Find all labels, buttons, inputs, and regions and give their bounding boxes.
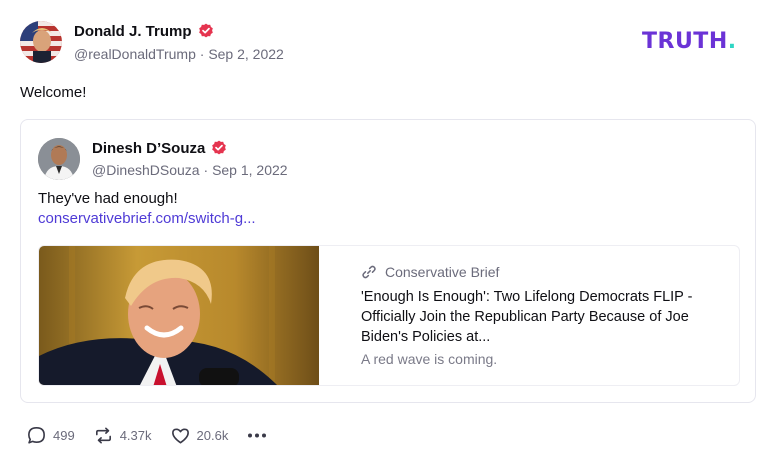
verified-check-icon: [212, 140, 227, 155]
meta-separator: ·: [199, 162, 213, 178]
author-name[interactable]: Donald J. Trump: [74, 23, 214, 40]
link-icon: [362, 265, 376, 279]
more-options-button[interactable]: [246, 425, 268, 446]
quote-text: They've had enough!: [38, 190, 178, 207]
quote-author-name-text[interactable]: Dinesh D’Souza: [92, 140, 205, 157]
like-button[interactable]: 20.6k: [170, 425, 229, 446]
preview-title[interactable]: 'Enough Is Enough': Two Lifelong Democra…: [361, 287, 731, 347]
truth-post: Donald J. Trump @realDonaldTrump · Sep 2…: [0, 0, 777, 465]
reply-icon: [28, 426, 45, 444]
truth-logo-text: TRUTH: [642, 29, 728, 54]
verified-check-icon: [198, 23, 213, 38]
author-avatar[interactable]: [20, 21, 62, 63]
quote-author-avatar[interactable]: [38, 138, 80, 180]
post-text: Welcome!: [20, 84, 87, 101]
heart-icon: [171, 427, 189, 443]
reply-count: 499: [53, 427, 75, 443]
quote-author-name[interactable]: Dinesh D’Souza: [92, 140, 227, 157]
preview-description: A red wave is coming.: [361, 351, 498, 367]
retruth-button[interactable]: 4.37k: [93, 425, 152, 446]
reply-button[interactable]: 499: [26, 425, 75, 446]
author-handle[interactable]: @realDonaldTrump: [74, 46, 196, 62]
preview-source: Conservative Brief: [361, 264, 499, 280]
retruth-icon: [95, 427, 111, 443]
meta-separator: ·: [195, 46, 209, 62]
author-name-text[interactable]: Donald J. Trump: [74, 23, 192, 40]
quote-link[interactable]: conservativebrief.com/switch-g...: [38, 210, 256, 227]
truth-logo-dot: .: [727, 29, 737, 54]
quote-author-handle[interactable]: @DineshDSouza: [92, 162, 200, 178]
quote-author-meta: @DineshDSouza · Sep 1, 2022: [92, 162, 288, 178]
preview-image[interactable]: [39, 246, 319, 385]
retruth-count: 4.37k: [119, 427, 152, 443]
post-date[interactable]: Sep 2, 2022: [208, 46, 284, 62]
quote-date[interactable]: Sep 1, 2022: [212, 162, 288, 178]
author-meta: @realDonaldTrump · Sep 2, 2022: [74, 46, 284, 62]
truth-logo: TRUTH.: [642, 30, 737, 54]
link-preview-card[interactable]: Conservative Brief 'Enough Is Enough': T…: [38, 245, 740, 386]
preview-source-text: Conservative Brief: [385, 264, 500, 280]
more-dots-icon: [248, 433, 267, 437]
like-count: 20.6k: [196, 427, 229, 443]
post-actions: 499 4.37k 20.6k: [26, 424, 268, 446]
quoted-post-card[interactable]: Dinesh D’Souza @DineshDSouza · Sep 1, 20…: [20, 119, 756, 403]
